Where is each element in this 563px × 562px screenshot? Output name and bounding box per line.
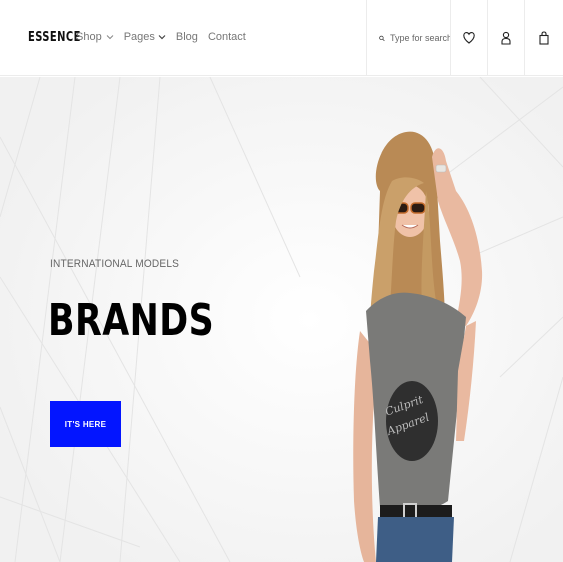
search-box: [366, 0, 451, 76]
main-nav: Shop Pages Blog Contact: [76, 31, 256, 43]
hero-title: BRANDS: [48, 295, 215, 346]
nav-item-label: Blog: [175, 31, 198, 43]
nav-item-label: Shop: [76, 31, 102, 43]
account-button[interactable]: [488, 0, 525, 76]
nav-item-pages[interactable]: Pages: [124, 31, 166, 43]
user-icon: [501, 31, 511, 45]
nav-item-label: Contact: [207, 31, 246, 43]
nav-item-shop[interactable]: Shop: [76, 31, 114, 43]
heart-icon: [463, 32, 475, 44]
bag-icon: [538, 31, 549, 45]
chevron-down-icon: [158, 35, 166, 40]
hero-model-image: Culprit Apparel: [353, 131, 483, 562]
site-header: ESSENCE Shop Pages Blog Contact: [0, 0, 563, 76]
chevron-down-icon: [106, 35, 114, 40]
nav-item-blog[interactable]: Blog: [176, 31, 198, 43]
nav-item-label: Pages: [123, 31, 155, 43]
search-input[interactable]: [390, 33, 450, 43]
hero-subtitle: INTERNATIONAL MODELS: [50, 258, 180, 270]
nav-item-contact[interactable]: Contact: [208, 31, 246, 43]
search-icon: [379, 35, 385, 41]
shop-now-button[interactable]: IT'S HERE: [50, 401, 121, 447]
hero-section: INTERNATIONAL MODELS BRANDS IT'S HERE Cu…: [0, 77, 563, 562]
wishlist-button[interactable]: [451, 0, 488, 76]
cart-button[interactable]: [525, 0, 562, 76]
site-logo[interactable]: ESSENCE: [28, 30, 81, 45]
